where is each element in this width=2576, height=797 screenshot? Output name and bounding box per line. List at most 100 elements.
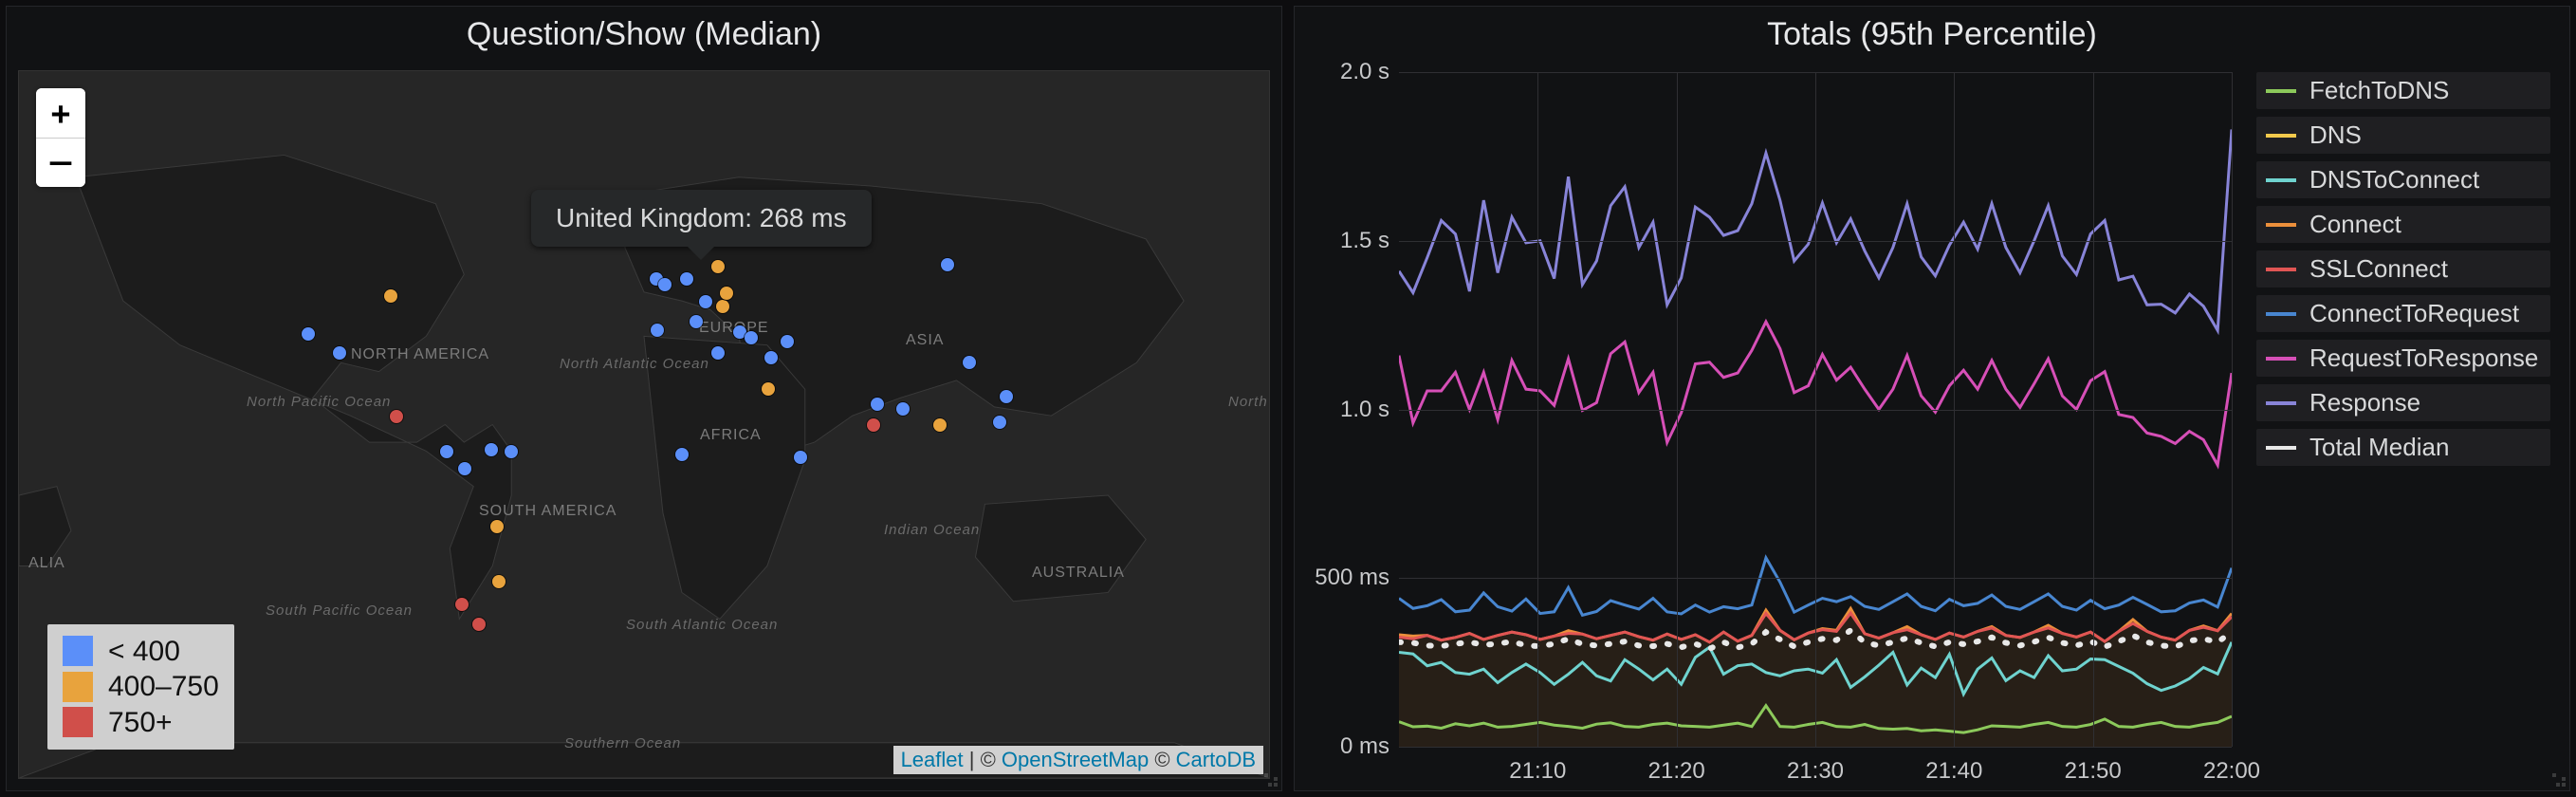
chart-legend-item[interactable]: FetchToDNS <box>2256 72 2550 109</box>
chart-legend-item[interactable]: Connect <box>2256 206 2550 243</box>
chart-panel: Totals (95th Percentile) 2.0 s1.5 s1.0 s… <box>1294 6 2570 791</box>
map-data-point[interactable] <box>658 278 672 291</box>
map-data-point[interactable] <box>390 410 403 423</box>
chart-panel-title: Totals (95th Percentile) <box>1295 16 2569 53</box>
map-data-point[interactable] <box>680 272 693 286</box>
legend-series-name: DNSToConnect <box>2309 165 2479 195</box>
y-axis-tick: 0 ms <box>1298 733 1389 760</box>
carto-link[interactable]: CartoDB <box>1176 748 1256 771</box>
map-data-point[interactable] <box>1000 390 1013 403</box>
legend-color-icon <box>2266 223 2296 227</box>
chart-plot-area[interactable]: 2.0 s1.5 s1.0 s500 ms0 ms21:1021:2021:30… <box>1399 72 2232 747</box>
chart-legend-item[interactable]: Response <box>2256 384 2550 421</box>
legend-swatch <box>63 636 93 666</box>
map-data-point[interactable] <box>933 418 947 432</box>
map-data-point[interactable] <box>867 418 880 432</box>
map-data-point[interactable] <box>384 289 397 303</box>
world-map[interactable]: NORTH AMERICASOUTH AMERICAEUROPEAFRICAAS… <box>18 70 1270 779</box>
map-data-point[interactable] <box>993 416 1006 429</box>
zoom-out-button[interactable]: − <box>36 138 85 187</box>
legend-color-icon <box>2266 312 2296 316</box>
legend-label: < 400 <box>108 634 180 670</box>
map-data-point[interactable] <box>675 448 689 461</box>
legend-series-name: RequestToResponse <box>2309 343 2538 373</box>
resize-handle-icon[interactable] <box>1264 773 1278 787</box>
map-data-point[interactable] <box>699 295 712 308</box>
map-data-point[interactable] <box>455 598 469 611</box>
chart-legend-item[interactable]: SSLConnect <box>2256 250 2550 287</box>
chart-legend-item[interactable]: ConnectToRequest <box>2256 295 2550 332</box>
legend-series-name: SSLConnect <box>2309 254 2448 284</box>
map-legend-item: < 400 <box>63 634 219 670</box>
map-data-point[interactable] <box>764 351 778 364</box>
map-legend: < 400400–750750+ <box>47 624 234 751</box>
map-data-point[interactable] <box>485 443 498 456</box>
map-data-point[interactable] <box>794 451 807 464</box>
map-data-point[interactable] <box>333 346 346 360</box>
osm-link[interactable]: OpenStreetMap <box>1002 748 1149 771</box>
legend-series-name: FetchToDNS <box>2309 76 2449 105</box>
map-data-point[interactable] <box>941 258 954 271</box>
map-data-point[interactable] <box>440 445 453 458</box>
resize-handle-icon[interactable] <box>2552 773 2566 787</box>
legend-color-icon <box>2266 268 2296 271</box>
map-legend-item: 400–750 <box>63 669 219 705</box>
legend-series-name: Response <box>2309 388 2420 417</box>
map-data-point[interactable] <box>651 324 664 337</box>
chart-legend-item[interactable]: RequestToResponse <box>2256 340 2550 377</box>
chart-legend: FetchToDNS DNS DNSToConnect Connect SSLConne… <box>2241 59 2569 790</box>
map-tooltip: United Kingdom: 268 ms <box>531 190 872 247</box>
chart-legend-item[interactable]: DNS <box>2256 117 2550 154</box>
map-legend-item: 750+ <box>63 705 219 741</box>
map-data-point[interactable] <box>690 315 703 328</box>
map-data-point[interactable] <box>781 335 794 348</box>
legend-color-icon <box>2266 178 2296 182</box>
map-data-point[interactable] <box>492 575 506 588</box>
map-data-point[interactable] <box>871 398 884 411</box>
map-panel-title: Question/Show (Median) <box>7 16 1281 53</box>
legend-series-name: Total Median <box>2309 433 2449 462</box>
map-panel: Question/Show (Median) NORTH AMERICASOUT… <box>6 6 1282 791</box>
legend-color-icon <box>2266 134 2296 138</box>
map-data-point[interactable] <box>711 346 725 360</box>
y-axis-tick: 1.0 s <box>1298 397 1389 423</box>
legend-series-name: ConnectToRequest <box>2309 299 2519 328</box>
zoom-in-button[interactable]: + <box>36 88 85 138</box>
x-axis-tick: 21:20 <box>1648 758 1705 785</box>
map-data-point[interactable] <box>505 445 518 458</box>
chart-legend-item[interactable]: Total Median <box>2256 429 2550 466</box>
x-axis-tick: 21:40 <box>1925 758 1982 785</box>
legend-color-icon <box>2266 446 2296 450</box>
x-axis-tick: 22:00 <box>2203 758 2260 785</box>
y-axis-tick: 1.5 s <box>1298 228 1389 254</box>
x-axis-tick: 21:50 <box>2065 758 2122 785</box>
map-data-point[interactable] <box>472 618 486 631</box>
map-attribution: Leaflet | © OpenStreetMap © CartoDB <box>893 746 1263 774</box>
legend-color-icon <box>2266 89 2296 93</box>
legend-swatch <box>63 672 93 702</box>
map-zoom-control: + − <box>36 88 85 187</box>
legend-series-name: DNS <box>2309 120 2362 150</box>
map-data-point[interactable] <box>896 402 910 416</box>
legend-label: 400–750 <box>108 669 219 705</box>
x-axis-tick: 21:10 <box>1509 758 1566 785</box>
legend-swatch <box>63 707 93 737</box>
x-axis-tick: 21:30 <box>1787 758 1844 785</box>
map-data-point[interactable] <box>963 356 976 369</box>
y-axis-tick: 2.0 s <box>1298 59 1389 85</box>
chart-legend-item[interactable]: DNSToConnect <box>2256 161 2550 198</box>
legend-color-icon <box>2266 401 2296 405</box>
map-data-point[interactable] <box>711 260 725 273</box>
map-data-point[interactable] <box>716 300 729 313</box>
legend-color-icon <box>2266 357 2296 361</box>
legend-label: 750+ <box>108 705 173 741</box>
y-axis-tick: 500 ms <box>1298 565 1389 591</box>
map-data-point[interactable] <box>745 331 758 344</box>
map-data-point[interactable] <box>302 327 315 341</box>
leaflet-link[interactable]: Leaflet <box>901 748 964 771</box>
map-data-point[interactable] <box>762 382 775 396</box>
legend-series-name: Connect <box>2309 210 2401 239</box>
map-data-point[interactable] <box>490 520 504 533</box>
map-data-point[interactable] <box>720 287 733 300</box>
map-data-point[interactable] <box>458 462 471 475</box>
